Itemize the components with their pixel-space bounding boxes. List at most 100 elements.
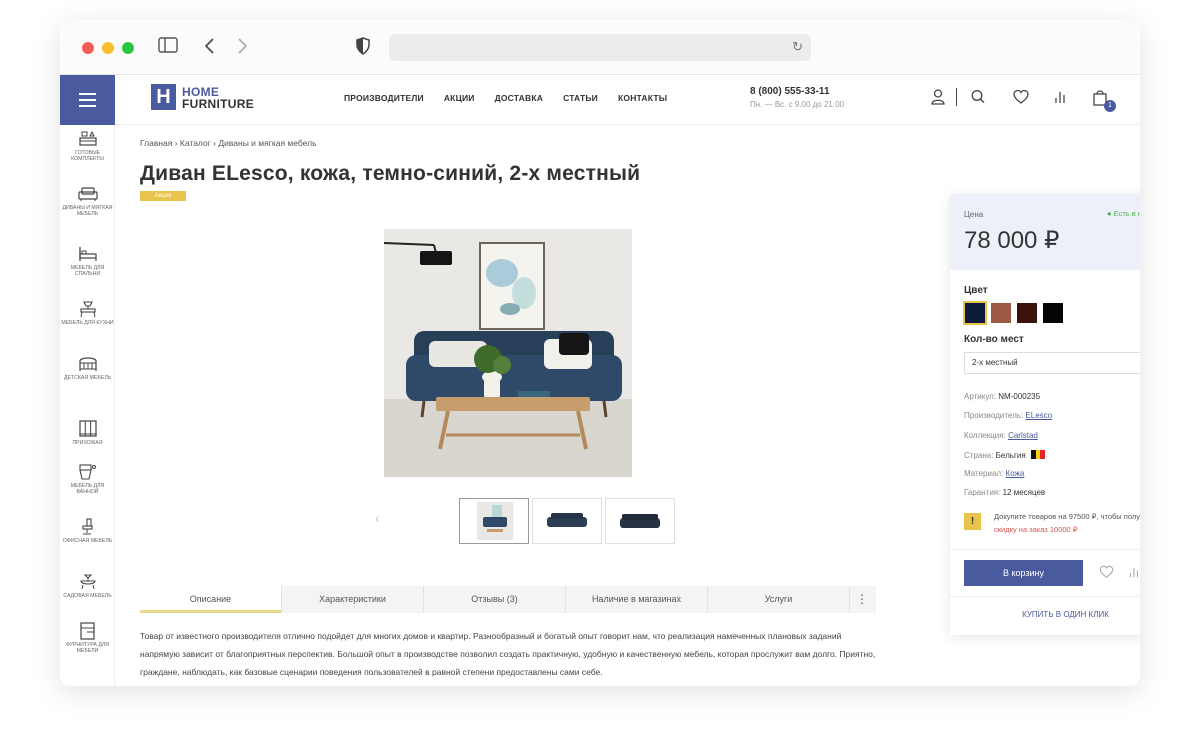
breadcrumb[interactable]: Главная › Каталог › Диваны и мягкая мебе… (140, 138, 317, 148)
sidebar-item-label: МЕБЕЛЬ ДЛЯ ВАННОЙ (70, 483, 105, 495)
thumbnail-3[interactable] (605, 498, 675, 544)
sofa-icon (77, 187, 98, 201)
working-hours: Пн. — Вс. с 9.00 до 21.00 (750, 100, 844, 109)
tab-services[interactable]: Услуги (708, 586, 850, 613)
sale-badge: Акция (140, 191, 186, 201)
bath-icon (78, 464, 96, 480)
color-swatch-black[interactable] (1043, 303, 1063, 323)
main-nav: ПРОИЗВОДИТЕЛИ АКЦИИ ДОСТАВКА СТАТЬИ КОНТ… (344, 93, 687, 103)
more-tabs-icon[interactable]: ⋮ (850, 586, 874, 613)
thumbnail-1[interactable] (459, 498, 529, 544)
sidebar-item-sets[interactable]: ГОТОВЫЕ КОМПЛЕКТЫ (60, 130, 115, 162)
product-description: Товар от известного производителя отличн… (140, 631, 876, 677)
compare-icon[interactable] (1128, 565, 1140, 582)
nav-item-manufacturers[interactable]: ПРОИЗВОДИТЕЛИ (344, 93, 424, 103)
back-icon[interactable] (204, 37, 216, 59)
nav-item-contacts[interactable]: КОНТАКТЫ (618, 93, 667, 103)
spec-article: Артикул: NM-000235 (964, 392, 1041, 401)
wardrobe-icon (78, 420, 97, 437)
sidebar-item-label: ДЕТСКАЯ МЕБЕЛЬ (63, 375, 111, 381)
product-page: Главная › Каталог › Диваны и мягкая мебе… (115, 125, 1140, 686)
nav-item-sales[interactable]: АКЦИИ (444, 93, 475, 103)
address-bar[interactable]: ↻ (389, 34, 811, 61)
logo-line2: FURNITURE (182, 97, 255, 111)
color-swatch-navy[interactable] (963, 301, 987, 325)
category-sidebar: ГОТОВЫЕ КОМПЛЕКТЫ ДИВАНЫ И МЯГКАЯ МЕБЕЛЬ… (60, 125, 115, 686)
seats-select[interactable]: 2-х местный › (964, 352, 1140, 374)
sidebar-item-hardware[interactable]: ФУРНИТУРА ДЛЯ МЕБЕЛИ (60, 622, 115, 654)
add-to-cart-button[interactable]: В корзину (964, 560, 1083, 586)
favorite-icon[interactable] (1099, 565, 1114, 582)
sidebar-item-hallway[interactable]: ПРИХОЖАЯ (60, 420, 115, 446)
color-label: Цвет (964, 285, 988, 296)
sidebar-item-bathroom[interactable]: МЕБЕЛЬ ДЛЯ ВАННОЙ (60, 463, 115, 495)
sidebar-item-kids[interactable]: ДЕТСКАЯ МЕБЕЛЬ (60, 355, 115, 381)
belgium-flag-icon (1030, 450, 1045, 459)
spec-collection: Коллекция: Carlstad (964, 431, 1038, 440)
sidebar-item-label: ДИВАНЫ И МЯГКАЯ МЕБЕЛЬ (62, 205, 113, 217)
nav-item-delivery[interactable]: ДОСТАВКА (495, 93, 543, 103)
tab-reviews[interactable]: Отзывы (3) (424, 586, 566, 613)
sidebar-item-bedroom[interactable]: МЕБЕЛЬ ДЛЯ СПАЛЬНИ (60, 245, 115, 277)
sidebar-toggle-icon[interactable] (158, 37, 178, 57)
spec-warranty: Гарантия: 12 месяцев (964, 488, 1046, 497)
manufacturer-link[interactable]: ELesco (1025, 411, 1052, 420)
set-icon (78, 130, 97, 146)
cart-count-badge: 1 (1104, 100, 1116, 112)
garden-icon (79, 574, 96, 590)
stock-status: ● Есть в наличии (1107, 209, 1140, 218)
collection-link[interactable]: Carlstad (1008, 431, 1038, 440)
forward-icon[interactable] (236, 37, 248, 59)
search-icon[interactable] (971, 89, 985, 109)
product-tabs: Описание Характеристики Отзывы (3) Налич… (140, 586, 876, 613)
thumbs-prev-icon[interactable]: ‹ (375, 510, 380, 526)
sidebar-item-garden[interactable]: САДОВАЯ МЕБЕЛЬ (60, 573, 115, 599)
color-swatch-brown[interactable] (991, 303, 1011, 323)
color-swatch-dark-brown[interactable] (1017, 303, 1037, 323)
sidebar-item-label: САДОВАЯ МЕБЕЛЬ (63, 593, 112, 599)
price-box: Цена ● Есть в наличии 78 000 ₽ (950, 194, 1140, 270)
sidebar-item-sofas[interactable]: ДИВАНЫ И МЯГКАЯ МЕБЕЛЬ (60, 185, 115, 217)
discount-link[interactable]: скидку на заказ 10000 ₽ (994, 525, 1078, 534)
phone-number[interactable]: 8 (800) 555-33-11 (750, 86, 830, 97)
sidebar-item-kitchen[interactable]: МЕБЕЛЬ ДЛЯ КУХНИ (60, 300, 115, 326)
logo-text[interactable]: HOME FURNITURE (182, 86, 254, 110)
sidebar-item-office[interactable]: ОФИСНАЯ МЕБЕЛЬ (60, 518, 115, 544)
thumbnail-2[interactable] (532, 498, 602, 544)
divider (950, 549, 1140, 550)
hardware-icon (79, 622, 95, 640)
buy-one-click-link[interactable]: КУПИТЬ В ОДИН КЛИК (950, 610, 1140, 619)
office-chair-icon (81, 518, 93, 535)
compare-icon[interactable] (1054, 89, 1066, 109)
page-title: Диван ELesco, кожа, темно-синий, 2-х мес… (140, 162, 641, 185)
user-icon[interactable] (931, 89, 945, 109)
browser-toolbar: ↻ (60, 20, 1140, 75)
discount-promo: Докупите товаров на 97500 ₽, чтобы получ… (994, 512, 1140, 534)
logo-icon[interactable]: H (151, 84, 176, 110)
tab-availability[interactable]: Наличие в магазинах (566, 586, 708, 613)
tab-specifications[interactable]: Характеристики (282, 586, 424, 613)
maximize-dot[interactable] (122, 42, 134, 54)
thumbs-next-icon[interactable]: › (629, 510, 634, 526)
price-label: Цена (964, 210, 984, 219)
material-link[interactable]: Кожа (1006, 469, 1025, 478)
divider (950, 596, 1140, 597)
close-dot[interactable] (82, 42, 94, 54)
nav-item-articles[interactable]: СТАТЬИ (563, 93, 598, 103)
spec-material: Материал: Кожа (964, 469, 1025, 478)
shield-icon[interactable] (356, 37, 370, 59)
sidebar-item-label: ГОТОВЫЕ КОМПЛЕКТЫ (71, 150, 104, 162)
tab-description[interactable]: Описание (140, 586, 282, 613)
sidebar-item-label: ФУРНИТУРА ДЛЯ МЕБЕЛИ (65, 642, 110, 654)
header-divider (956, 88, 957, 106)
heart-icon[interactable] (1013, 89, 1029, 109)
sidebar-item-label: ОФИСНАЯ МЕБЕЛЬ (62, 538, 113, 544)
spec-manufacturer: Производитель: ELesco (964, 411, 1053, 420)
product-photo[interactable] (384, 229, 632, 477)
site-header: H HOME FURNITURE ПРОИЗВОДИТЕЛИ АКЦИИ ДОС… (60, 75, 1140, 125)
price-value: 78 000 ₽ (964, 227, 1060, 254)
reload-icon[interactable]: ↻ (792, 39, 803, 55)
menu-button[interactable] (60, 75, 115, 125)
kitchen-icon (79, 301, 96, 318)
minimize-dot[interactable] (102, 42, 114, 54)
